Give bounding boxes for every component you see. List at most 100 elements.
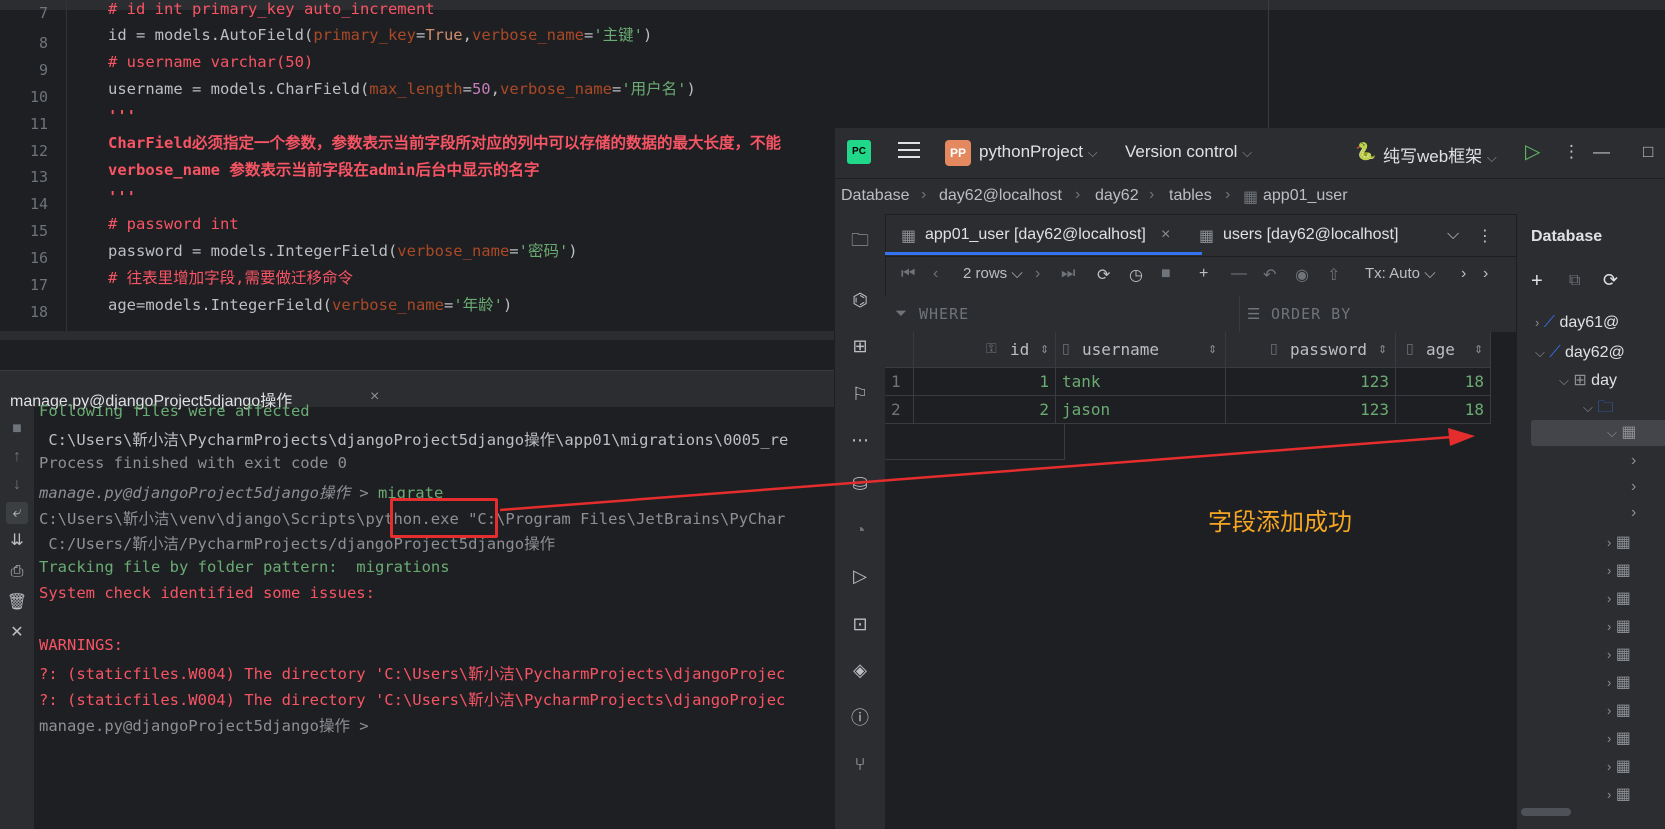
breadcrumb-item[interactable]: tables xyxy=(1169,187,1212,205)
close-icon[interactable]: × xyxy=(1161,226,1170,244)
tree-item-table[interactable]: › ▦ xyxy=(1607,700,1631,720)
trash-icon[interactable]: 🗑 xyxy=(6,592,28,614)
tree-item-table[interactable]: › ▦ xyxy=(1607,672,1631,692)
table-row[interactable]: 2 2 jason 123 18 xyxy=(885,396,1525,424)
delete-row-icon[interactable]: — xyxy=(1231,265,1247,283)
terminal-prompt[interactable]: manage.py@djangoProject5django操作 > xyxy=(39,714,378,736)
first-page-icon[interactable]: ⏮ xyxy=(901,265,915,283)
terminal-icon[interactable]: ⊡ xyxy=(848,612,872,636)
reload-icon[interactable]: ⟳ xyxy=(1097,265,1110,285)
tree-child-icon[interactable]: › xyxy=(1631,478,1636,496)
run-terminal-panel[interactable]: manage.py@djangoProject5django操作 × ■ ↑ ↓… xyxy=(0,340,835,829)
breadcrumb-item[interactable]: day62 xyxy=(1095,187,1139,205)
close-icon[interactable]: ✕ xyxy=(6,622,28,644)
tx-mode-selector[interactable]: Tx: Auto ⌵ xyxy=(1365,265,1436,282)
tree-child-icon[interactable]: › xyxy=(1631,452,1636,470)
sort-arrows-icon[interactable]: ⇕ xyxy=(1040,343,1049,356)
history-icon[interactable]: ◷ xyxy=(1129,265,1143,285)
main-menu-icon[interactable] xyxy=(898,142,920,160)
stop-icon[interactable]: ■ xyxy=(1161,265,1171,283)
preview-icon[interactable]: ◉ xyxy=(1295,265,1309,285)
tree-item-table[interactable]: › ▦ xyxy=(1607,616,1631,636)
submit-icon[interactable]: ⇧ xyxy=(1327,265,1340,285)
tree-item-table[interactable]: › ▦ xyxy=(1607,532,1631,552)
prev-page-icon[interactable]: ‹ xyxy=(933,265,938,283)
project-selector[interactable]: pythonProject ⌵ xyxy=(979,142,1098,162)
scroll-to-end-icon[interactable]: ⇊ xyxy=(6,530,28,552)
more-icon[interactable]: ⋮ xyxy=(1563,142,1580,162)
tree-item-app01-user[interactable]: ⌵ ▦ xyxy=(1607,422,1636,442)
stop-icon[interactable]: ■ xyxy=(6,418,28,440)
tool-window-strip: 🗀 ⌬ ⊞ ⚐ ⋯ ⛁ ◔ ▷ ⊡ ◈ ⓘ ⑂ xyxy=(835,214,886,829)
maximize-icon[interactable]: □ xyxy=(1643,142,1653,162)
more-icon[interactable]: ⋮ xyxy=(1477,226,1493,246)
arrow-down-icon[interactable]: ↓ xyxy=(6,474,28,496)
column-header-password[interactable]: ▯ password ⇕ xyxy=(1226,332,1396,368)
arrow-up-icon[interactable]: ↑ xyxy=(6,446,28,468)
terminal-line: ?: (staticfiles.W004) The directory 'C:\… xyxy=(39,691,786,709)
minimize-icon[interactable]: — xyxy=(1593,142,1610,162)
tree-item-table[interactable]: › ▦ xyxy=(1607,756,1631,776)
git-icon[interactable]: ⑂ xyxy=(848,752,872,776)
soft-wrap-icon[interactable]: ⤶ xyxy=(6,502,28,524)
add-row-icon[interactable]: + xyxy=(1199,265,1208,283)
tab-users[interactable]: users [day62@localhost] xyxy=(1223,226,1398,244)
print-icon[interactable]: ⎙ xyxy=(6,561,28,583)
run-icon[interactable]: ▷ xyxy=(1525,139,1540,164)
tree-item-tables-folder[interactable]: ⌵ 🗀 xyxy=(1583,396,1613,423)
tree-item-day61[interactable]: › ⟋ day61@ xyxy=(1535,314,1619,332)
column-header-id[interactable]: ⚿ id ⇕ xyxy=(914,332,1056,368)
revert-icon[interactable]: ↶ xyxy=(1263,265,1276,285)
tree-item-table[interactable]: › ▦ xyxy=(1607,644,1631,664)
database-icon[interactable]: ⛁ xyxy=(848,472,872,496)
tree-item-day62[interactable]: ⌵ ⟋ day62@ xyxy=(1535,344,1625,362)
column-header-age[interactable]: ▯ age ⇕ xyxy=(1396,332,1491,368)
tree-item-table[interactable]: › ▦ xyxy=(1607,588,1631,608)
filter-bar: ⏷ WHERE ☰ ORDER BY xyxy=(885,296,1516,333)
breadcrumb-item[interactable]: day62@localhost xyxy=(939,187,1062,205)
breadcrumb: Database › day62@localhost › day62 › tab… xyxy=(835,178,1665,215)
chevron-right-icon[interactable]: › xyxy=(1461,265,1466,283)
horizontal-scrollbar[interactable] xyxy=(1521,808,1571,816)
terminal-line: manage.py@djangoProject5django操作 > migra… xyxy=(39,484,444,502)
structure-icon[interactable]: ⊞ xyxy=(848,334,872,358)
refresh-icon[interactable]: ⟳ xyxy=(1603,270,1618,291)
tree-item-schema[interactable]: ⌵ ⊞ day xyxy=(1559,370,1617,390)
column-header-username[interactable]: ▯ username ⇕ xyxy=(1056,332,1226,368)
folder-icon[interactable]: 🗀 xyxy=(848,228,872,252)
tree-item-table[interactable]: › ▦ xyxy=(1607,560,1631,580)
python-console-icon[interactable]: ⌬ xyxy=(848,288,872,312)
version-control-menu[interactable]: Version control ⌵ xyxy=(1125,142,1252,162)
more-icon[interactable]: ⋯ xyxy=(848,428,872,452)
layers-icon[interactable]: ◈ xyxy=(848,658,872,682)
order-by-input[interactable]: ORDER BY xyxy=(1271,305,1351,323)
where-filter-input[interactable]: WHERE xyxy=(919,305,969,323)
breadcrumb-item[interactable]: Database xyxy=(841,187,910,205)
services-icon[interactable]: ▷ xyxy=(848,564,872,588)
close-icon[interactable]: × xyxy=(370,388,379,406)
database-window[interactable]: PC PP pythonProject ⌵ Version control ⌵ … xyxy=(834,128,1665,829)
tree-child-icon[interactable]: › xyxy=(1631,504,1636,522)
table-row[interactable]: 1 1 tank 123 18 xyxy=(885,368,1525,396)
sort-arrows-icon[interactable]: ⇕ xyxy=(1474,343,1483,356)
copy-icon[interactable]: ⧉ xyxy=(1569,272,1580,290)
profiler-icon[interactable]: ◔ xyxy=(848,518,872,542)
tree-item-selected[interactable] xyxy=(1531,420,1665,446)
database-explorer-panel[interactable]: Database + ⧉ ⟳ › ⟋ day61@ ⌵ ⟋ day62@ ⌵ ⊞… xyxy=(1516,214,1665,829)
sort-arrows-icon[interactable]: ⇕ xyxy=(1208,343,1217,356)
breadcrumb-item[interactable]: app01_user xyxy=(1263,187,1348,205)
sort-arrows-icon[interactable]: ⇕ xyxy=(1378,343,1387,356)
add-icon[interactable]: + xyxy=(1531,270,1543,293)
tree-item-table[interactable]: › ▦ xyxy=(1607,784,1631,804)
tree-item-table[interactable]: › ▦ xyxy=(1607,728,1631,748)
last-page-icon[interactable]: ⏭ xyxy=(1061,265,1075,283)
data-grid[interactable]: ⚿ id ⇕ ▯ username ⇕ ▯ password ⇕ ▯ age ⇕… xyxy=(885,332,1516,829)
chevron-down-icon[interactable]: ⌵ xyxy=(1447,226,1459,244)
chevron-right-icon[interactable]: › xyxy=(1483,265,1488,283)
run-config-selector[interactable]: 纯写web框架 ⌵ xyxy=(1383,142,1497,167)
rows-count-selector[interactable]: 2 rows ⌵ xyxy=(963,265,1023,282)
tab-app01-user[interactable]: app01_user [day62@localhost] xyxy=(925,226,1146,244)
next-page-icon[interactable]: › xyxy=(1035,265,1040,283)
problems-icon[interactable]: ⓘ xyxy=(848,706,872,730)
bookmark-icon[interactable]: ⚐ xyxy=(848,382,872,406)
